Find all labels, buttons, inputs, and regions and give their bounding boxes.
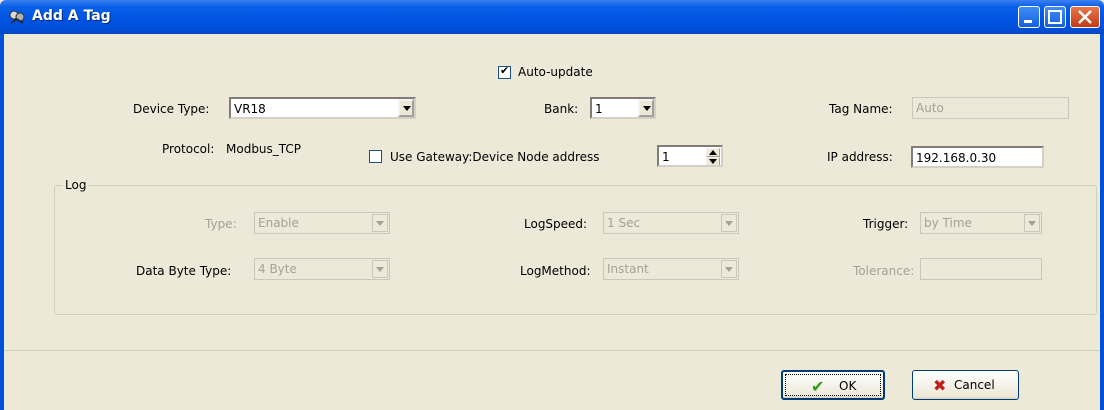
- chevron-down-icon[interactable]: [372, 214, 388, 232]
- chevron-down-icon[interactable]: [721, 260, 737, 278]
- protocol-label: Protocol:: [162, 142, 215, 156]
- use-gateway-label: Use Gateway:Device Node address: [390, 150, 600, 164]
- tolerance-label: Tolerance:: [853, 264, 915, 278]
- minimize-button[interactable]: [1018, 6, 1040, 28]
- maximize-button[interactable]: [1044, 6, 1066, 28]
- log-speed-value: 1 Sec: [607, 216, 641, 230]
- trigger-value: by Time: [924, 216, 972, 230]
- node-address-value: 1: [662, 150, 670, 164]
- device-type-value: VR18: [234, 102, 266, 116]
- bank-value: 1: [595, 102, 603, 116]
- auto-update-label: Auto-update: [518, 65, 593, 79]
- protocol-value: Modbus_TCP: [226, 142, 302, 156]
- chevron-down-icon[interactable]: [638, 99, 654, 117]
- app-icon: [9, 10, 25, 24]
- ok-button[interactable]: ✔ OK: [781, 370, 885, 400]
- log-speed-label: LogSpeed:: [524, 217, 588, 231]
- node-address-stepper[interactable]: 1: [657, 145, 723, 167]
- cancel-button-label: Cancel: [954, 378, 995, 392]
- data-byte-type-select[interactable]: 4 Byte: [254, 258, 390, 280]
- log-method-label: LogMethod:: [520, 264, 591, 278]
- spin-up-icon[interactable]: [706, 148, 720, 157]
- log-type-select[interactable]: Enable: [254, 212, 390, 234]
- chevron-down-icon[interactable]: [372, 260, 388, 278]
- bank-label: Bank:: [544, 102, 579, 116]
- ip-address-input[interactable]: 192.168.0.30: [911, 146, 1044, 168]
- bank-select[interactable]: 1: [590, 97, 656, 119]
- log-method-select[interactable]: Instant: [603, 258, 739, 280]
- ok-button-label: OK: [839, 379, 857, 393]
- log-type-value: Enable: [258, 216, 299, 230]
- tag-name-label: Tag Name:: [829, 102, 893, 116]
- ip-address-label: IP address:: [827, 150, 893, 164]
- chevron-down-icon[interactable]: [721, 214, 737, 232]
- close-icon: [1078, 10, 1092, 24]
- use-gateway-checkbox[interactable]: [369, 150, 382, 163]
- cancel-button[interactable]: ✖ Cancel: [912, 370, 1019, 400]
- tolerance-input[interactable]: [920, 258, 1042, 280]
- trigger-select[interactable]: by Time: [920, 212, 1042, 234]
- title-bar: Add A Tag: [0, 0, 1104, 34]
- tag-name-input[interactable]: Auto: [912, 97, 1069, 119]
- close-button[interactable]: [1070, 6, 1100, 28]
- trigger-label: Trigger:: [863, 217, 909, 231]
- device-type-label: Device Type:: [133, 102, 210, 116]
- minimize-icon: [1024, 20, 1032, 23]
- chevron-down-icon[interactable]: [1024, 214, 1040, 232]
- log-type-label: Type:: [205, 217, 237, 231]
- button-separator: [4, 350, 1100, 351]
- window-title: Add A Tag: [32, 8, 111, 24]
- log-method-value: Instant: [607, 262, 649, 276]
- log-speed-select[interactable]: 1 Sec: [603, 212, 739, 234]
- log-groupbox: [54, 185, 1097, 315]
- data-byte-type-value: 4 Byte: [258, 262, 297, 276]
- cross-icon: ✖: [933, 376, 947, 395]
- device-type-select[interactable]: VR18: [229, 97, 416, 119]
- maximize-icon: [1048, 10, 1062, 24]
- spinner-buttons[interactable]: [706, 148, 720, 165]
- chevron-down-icon[interactable]: [398, 99, 414, 117]
- checkmark-icon: ✔: [811, 377, 825, 396]
- spin-down-icon[interactable]: [706, 157, 720, 165]
- log-group-title: Log: [63, 178, 89, 192]
- data-byte-type-label: Data Byte Type:: [136, 264, 232, 278]
- auto-update-checkbox[interactable]: [498, 64, 511, 79]
